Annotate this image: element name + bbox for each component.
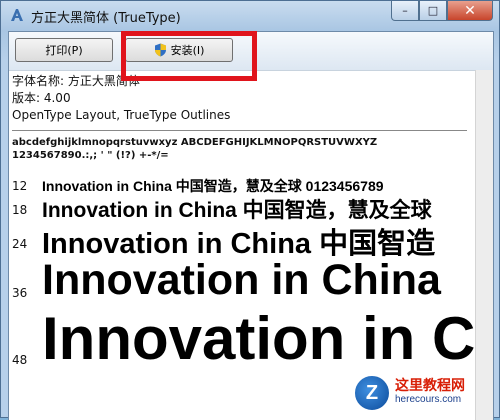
minimize-button[interactable]: – <box>391 1 419 21</box>
font-type-line: OpenType Layout, TrueType Outlines <box>12 108 231 122</box>
character-set: abcdefghijklmnopqrstuvwxyz ABCDEFGHIJKLM… <box>12 136 377 162</box>
sample-size-label: 36 <box>12 286 28 300</box>
sample-size-label: 24 <box>12 237 28 251</box>
divider <box>12 130 467 131</box>
preview-area: 打印(P) 安装(I) 字体名称: 方正大黑简体 版本: 4.00 OpenTy… <box>8 31 494 420</box>
window-title: 方正大黑简体 (TrueType) <box>31 11 181 26</box>
font-file-icon <box>11 9 23 21</box>
sample-text: Innovation in China 中国智造，慧及全球 0123456789 <box>42 178 384 194</box>
title-bar[interactable]: 方正大黑简体 (TrueType) – □ ✕ <box>1 1 499 31</box>
sample-size-label: 18 <box>12 203 28 217</box>
close-button[interactable]: ✕ <box>447 1 493 21</box>
print-button-label: 打印(P) <box>45 44 83 57</box>
charset-symbols: 1234567890.:,; ' " (!?) +-*/= <box>12 150 169 161</box>
sample-text: Innovation in China <box>42 256 441 304</box>
vertical-scrollbar[interactable] <box>475 70 493 420</box>
watermark-logo: Z <box>353 374 391 412</box>
sample-text: Innovation in C <box>42 305 476 372</box>
watermark-text: 这里教程网 herecours.com <box>395 379 465 407</box>
window-controls: – □ ✕ <box>391 1 493 23</box>
charset-letters: abcdefghijklmnopqrstuvwxyz ABCDEFGHIJKLM… <box>12 137 378 148</box>
font-version-line: 版本: 4.00 <box>12 91 71 105</box>
sample-size-label: 12 <box>12 179 28 193</box>
print-button[interactable]: 打印(P) <box>15 38 113 62</box>
watermark: Z 这里教程网 herecours.com <box>353 373 493 413</box>
sample-size-label: 48 <box>12 353 28 367</box>
install-highlight-box <box>121 31 257 81</box>
maximize-button[interactable]: □ <box>419 1 447 21</box>
watermark-url: herecours.com <box>395 394 462 405</box>
watermark-name: 这里教程网 <box>395 378 465 394</box>
font-preview-window: 方正大黑简体 (TrueType) – □ ✕ 打印(P) 安装(I) 字体名称… <box>0 0 500 420</box>
